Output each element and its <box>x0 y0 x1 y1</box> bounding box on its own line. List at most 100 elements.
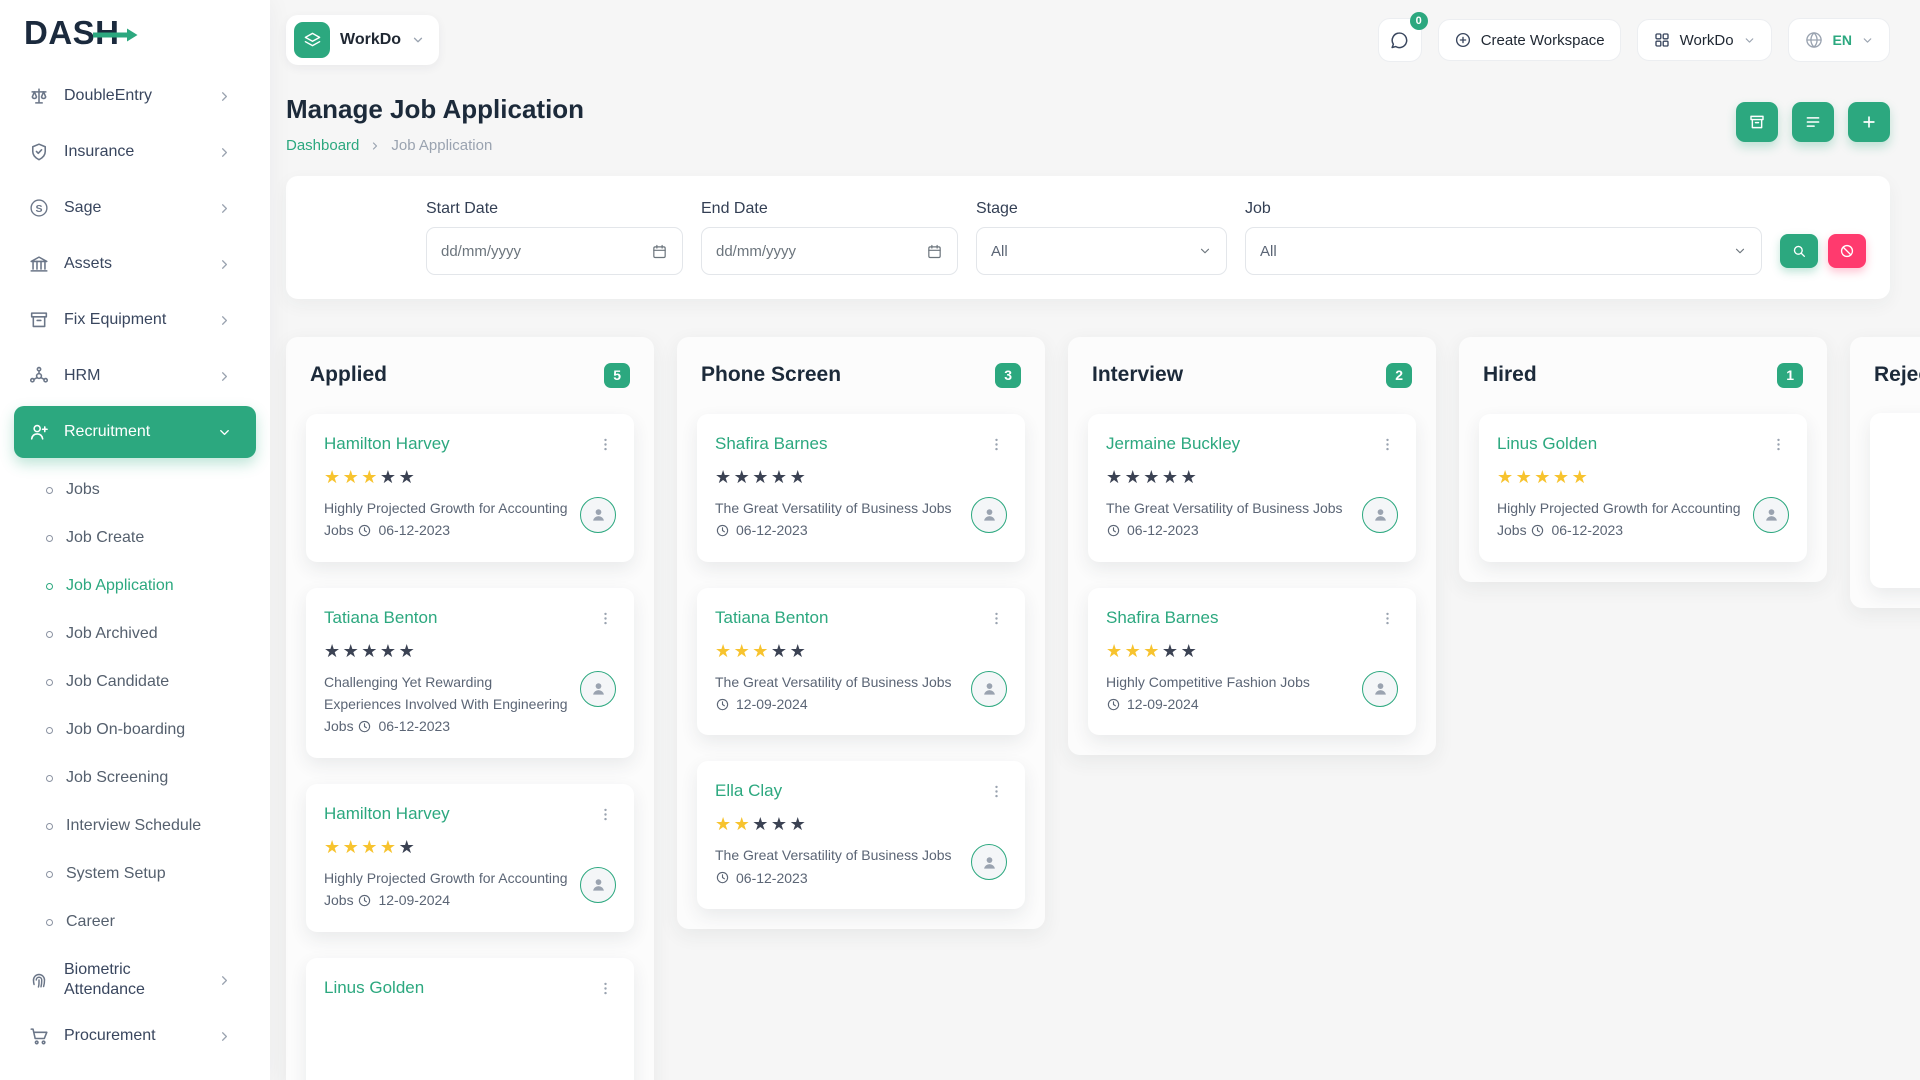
submenu-item[interactable]: Job On-boarding <box>0 706 270 754</box>
submenu-item[interactable]: Jobs <box>0 466 270 514</box>
application-card-header: Linus Golden <box>324 978 616 999</box>
applicant-name-link[interactable]: Ella Clay <box>715 781 782 801</box>
sidebar-item-insurance[interactable]: Insurance <box>0 124 270 180</box>
applicant-name-link[interactable]: Linus Golden <box>324 978 424 998</box>
applicant-name-link[interactable]: Hamilton Harvey <box>324 804 450 824</box>
kanban-column-count-badge: 2 <box>1386 363 1412 388</box>
application-card-header: Shafira Barnes <box>715 434 1007 455</box>
submenu-item-label: System Setup <box>66 865 166 883</box>
application-card[interactable]: Hamilton Harvey ★★★★★ Highly Projected G… <box>306 784 634 932</box>
submenu-item[interactable]: Job Candidate <box>0 658 270 706</box>
application-card[interactable]: Shafira Barnes ★★★★★ Highly Competitive … <box>1088 588 1416 736</box>
search-filter-button[interactable] <box>1780 234 1818 268</box>
applicant-avatar[interactable] <box>1362 497 1398 533</box>
application-card[interactable]: Jermaine Buckley ★★★★★ The Great Versati… <box>1088 414 1416 562</box>
applicant-avatar[interactable] <box>971 671 1007 707</box>
sidebar-item-hrm[interactable]: HRM <box>0 348 270 404</box>
breadcrumb-dashboard-link[interactable]: Dashboard <box>286 137 359 154</box>
list-view-button[interactable] <box>1792 102 1834 142</box>
application-card[interactable]: Linus Golden <box>306 958 634 1080</box>
application-card[interactable]: Hamilton Harvey ★★★★★ Highly Projected G… <box>306 414 634 562</box>
application-card[interactable]: Linus Golden ★★★★★ Highly Projected Grow… <box>1479 414 1807 562</box>
create-workspace-button[interactable]: Create Workspace <box>1438 19 1621 61</box>
create-button[interactable] <box>1848 102 1890 142</box>
card-menu-button[interactable] <box>1377 608 1398 629</box>
chevron-down-icon <box>1861 34 1874 47</box>
applicant-name-link[interactable]: Shafira Barnes <box>715 434 827 454</box>
applicant-name-link[interactable]: Tatiana Benton <box>715 608 828 628</box>
breadcrumb-current: Job Application <box>391 137 492 154</box>
applicant-name-link[interactable]: Hamilton Harvey <box>324 434 450 454</box>
apps-menu-button[interactable]: WorkDo <box>1637 19 1772 61</box>
sidebar-item-recruitment[interactable]: Recruitment <box>14 406 256 458</box>
applied-date-text: 06-12-2023 <box>1551 519 1623 541</box>
calendar-icon[interactable] <box>651 243 668 260</box>
card-menu-button[interactable] <box>986 608 1007 629</box>
kanban-column-header: Hired 1 <box>1479 357 1807 414</box>
create-workspace-label: Create Workspace <box>1481 32 1605 49</box>
submenu-item[interactable]: Career <box>0 898 270 946</box>
applicant-name-link[interactable]: Linus Golden <box>1497 434 1597 454</box>
submenu-item[interactable]: Job Create <box>0 514 270 562</box>
sidebar-item-procurement[interactable]: Procurement <box>0 1008 270 1064</box>
submenu-item[interactable]: Job Screening <box>0 754 270 802</box>
applicant-name-link[interactable]: Shafira Barnes <box>1106 608 1218 628</box>
end-date-input[interactable] <box>701 227 958 275</box>
brand-logo[interactable]: DASH <box>0 8 270 68</box>
application-card[interactable]: Tatiana Benton ★★★★★ Challenging Yet Rew… <box>306 588 634 758</box>
sidebar-item-sage[interactable]: S Sage <box>0 180 270 236</box>
end-date-value[interactable] <box>716 243 916 260</box>
application-card[interactable]: Shafira Barnes ★★★★★ The Great Versatili… <box>697 414 1025 562</box>
job-select[interactable]: All <box>1245 227 1762 275</box>
applicant-avatar[interactable] <box>580 497 616 533</box>
workspace-switcher[interactable]: WorkDo <box>286 15 439 65</box>
card-menu-button[interactable] <box>986 781 1007 802</box>
sidebar-item-assets[interactable]: Assets <box>0 236 270 292</box>
rating-stars: ★★★★★ <box>324 642 616 660</box>
card-menu-button[interactable] <box>1377 434 1398 455</box>
language-selector[interactable]: EN <box>1788 18 1890 62</box>
start-date-input[interactable] <box>426 227 683 275</box>
sidebar-item-biometric-attendance[interactable]: Biometric Attendance <box>0 952 270 1008</box>
calendar-icon[interactable] <box>926 243 943 260</box>
messages-button[interactable]: 0 <box>1378 18 1422 62</box>
card-menu-button[interactable] <box>595 804 616 825</box>
card-menu-button[interactable] <box>595 978 616 999</box>
submenu-item[interactable]: Job Archived <box>0 610 270 658</box>
card-menu-button[interactable] <box>986 434 1007 455</box>
application-card[interactable] <box>1870 413 1920 588</box>
applicant-avatar[interactable] <box>971 497 1007 533</box>
application-card-text: The Great Versatility of Business Jobs 0… <box>1106 497 1350 542</box>
application-card[interactable]: Ella Clay ★★★★★ The Great Versatility of… <box>697 761 1025 909</box>
sidebar-item-doubleentry[interactable]: DoubleEntry <box>0 68 270 124</box>
submenu-item[interactable]: System Setup <box>0 850 270 898</box>
start-date-value[interactable] <box>441 243 641 260</box>
job-title-text: The Great Versatility of Business Jobs <box>715 674 952 690</box>
applicant-avatar[interactable] <box>1362 671 1398 707</box>
scale-icon <box>28 85 50 107</box>
card-menu-button[interactable] <box>595 608 616 629</box>
applicant-avatar[interactable] <box>580 671 616 707</box>
reset-filter-button[interactable] <box>1828 234 1866 268</box>
application-card-body: Highly Competitive Fashion Jobs 12-09-20… <box>1106 671 1398 716</box>
kanban-column-header: Rejected <box>1870 357 1920 413</box>
clock-icon <box>715 870 730 885</box>
submenu-item[interactable]: Job Application <box>0 562 270 610</box>
application-card[interactable]: Tatiana Benton ★★★★★ The Great Versatili… <box>697 588 1025 736</box>
archive-button[interactable] <box>1736 102 1778 142</box>
applicant-name-link[interactable]: Tatiana Benton <box>324 608 437 628</box>
list-icon <box>1804 113 1822 131</box>
stage-select[interactable]: All <box>976 227 1227 275</box>
applicant-name-link[interactable]: Jermaine Buckley <box>1106 434 1240 454</box>
submenu-item-label: Job On-boarding <box>66 721 185 739</box>
card-menu-button[interactable] <box>595 434 616 455</box>
applied-date: 12-09-2024 <box>715 693 808 715</box>
chat-icon <box>1389 30 1410 51</box>
applied-date: 06-12-2023 <box>715 867 808 889</box>
applicant-avatar[interactable] <box>580 867 616 903</box>
applicant-avatar[interactable] <box>971 844 1007 880</box>
sidebar-item-fix-equipment[interactable]: Fix Equipment <box>0 292 270 348</box>
submenu-item[interactable]: Interview Schedule <box>0 802 270 850</box>
applicant-avatar[interactable] <box>1753 497 1789 533</box>
card-menu-button[interactable] <box>1768 434 1789 455</box>
